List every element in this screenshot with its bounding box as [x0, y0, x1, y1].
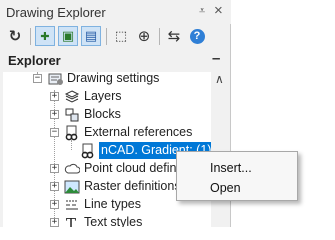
panel-title: Drawing Explorer: [6, 5, 106, 20]
line-types-icon: [63, 197, 80, 213]
select-icon: ⬚: [114, 28, 128, 43]
collapse-node-icon[interactable]: −: [33, 74, 42, 83]
tree-node-label: Text styles: [84, 215, 143, 227]
pin-icon[interactable]: ⩡: [199, 5, 205, 18]
xref-item-icon: [79, 143, 96, 159]
swap-icon: ⇆: [167, 28, 181, 45]
help-button[interactable]: ?: [187, 26, 207, 46]
expand-node-icon[interactable]: +: [50, 218, 59, 227]
close-icon[interactable]: ×: [214, 2, 223, 19]
expand-node-icon[interactable]: +: [50, 200, 59, 209]
text-styles-icon: T: [63, 215, 80, 227]
title-bar: Drawing Explorer ⩡ ×: [0, 0, 231, 24]
drawing-settings-icon: [47, 72, 64, 87]
explorer-tree: − Drawing settings + Layers + Blocks − E…: [3, 72, 211, 227]
context-menu: Insert... Open: [176, 151, 298, 201]
blocks-icon: [63, 107, 80, 123]
layers-icon: [63, 89, 80, 105]
toolbar-separator: [30, 28, 31, 45]
tree-node-label: Line types: [84, 197, 141, 211]
add-alt-item-icon: ▤: [84, 28, 98, 43]
expand-node-icon[interactable]: +: [50, 110, 59, 119]
select-button[interactable]: ⬚: [111, 26, 131, 46]
toolbar: ↻ ✚ ▣ ▤ ⬚ ⊕ ⇆ ?: [0, 24, 231, 50]
menu-item-insert[interactable]: Insert...: [210, 161, 252, 175]
add-alt-item-button[interactable]: ▤: [81, 26, 101, 46]
tree-node-drawing-settings[interactable]: − Drawing settings: [3, 72, 211, 88]
collapse-node-icon[interactable]: −: [50, 128, 59, 137]
collapse-icon[interactable]: –: [212, 50, 220, 67]
help-icon: ?: [189, 28, 205, 44]
swap-button[interactable]: ⇆: [164, 26, 184, 46]
tree-node-layers[interactable]: + Layers: [3, 88, 211, 106]
tree-guide-line: [71, 140, 72, 150]
tree-node-label: External references: [84, 125, 193, 139]
tree-node-external-references[interactable]: − External references: [3, 124, 211, 142]
refresh-icon: ↻: [8, 28, 22, 45]
tree-node-label: Drawing settings: [67, 72, 160, 85]
scroll-up-icon[interactable]: ∧: [215, 72, 224, 86]
raster-icon: [63, 179, 80, 195]
zoom-icon: ⊕: [137, 28, 151, 45]
point-cloud-icon: [63, 161, 80, 177]
add-item-button[interactable]: ✚: [35, 26, 55, 46]
explorer-section-header[interactable]: Explorer –: [0, 50, 231, 70]
expand-node-icon[interactable]: +: [50, 92, 59, 101]
svg-text:T: T: [66, 215, 76, 227]
tree-node-label: Raster definitions: [84, 179, 181, 193]
expand-node-icon[interactable]: +: [50, 164, 59, 173]
tree-node-label: Layers: [84, 89, 122, 103]
explorer-label: Explorer: [8, 53, 61, 68]
expand-node-icon[interactable]: +: [50, 182, 59, 191]
menu-item-open[interactable]: Open: [210, 181, 241, 195]
tree-node-label: Point cloud defin: [84, 161, 177, 175]
external-references-icon: [63, 125, 80, 141]
toolbar-separator: [159, 28, 160, 45]
zoom-button[interactable]: ⊕: [134, 26, 154, 46]
add-sub-item-button[interactable]: ▣: [58, 26, 78, 46]
toolbar-separator: [106, 28, 107, 45]
vertical-scrollbar[interactable]: ∧: [211, 72, 230, 227]
add-item-icon: ✚: [40, 30, 50, 43]
refresh-button[interactable]: ↻: [5, 26, 25, 46]
tree-node-label: Blocks: [84, 107, 121, 121]
tree-node-blocks[interactable]: + Blocks: [3, 106, 211, 124]
tree-node-text-styles[interactable]: + T Text styles: [3, 214, 211, 227]
add-sub-item-icon: ▣: [61, 28, 75, 43]
